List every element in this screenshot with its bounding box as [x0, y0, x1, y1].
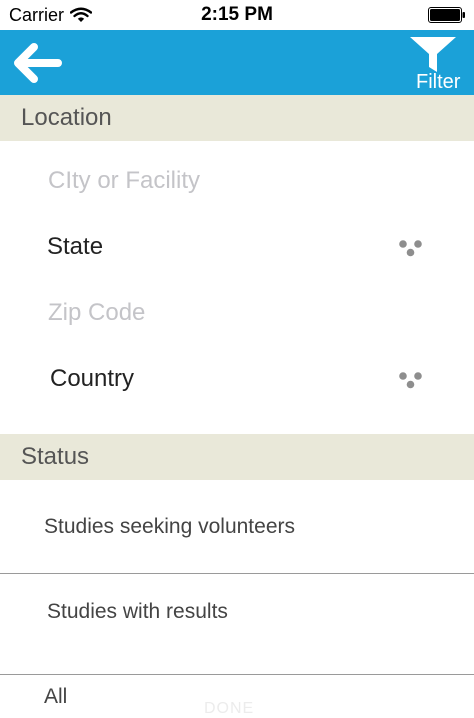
- location-header-label: Location: [21, 104, 112, 131]
- divider: [0, 573, 474, 574]
- location-section-header: Location: [0, 95, 474, 141]
- zip-code-field[interactable]: Zip Code: [48, 299, 145, 327]
- funnel-icon: [410, 37, 456, 72]
- back-button[interactable]: [10, 40, 64, 86]
- status-section-header: Status: [0, 434, 474, 480]
- filter-button[interactable]: Filter: [404, 34, 470, 93]
- state-picker-dots-icon[interactable]: [398, 238, 424, 258]
- state-field[interactable]: State: [47, 233, 103, 261]
- divider: [0, 674, 474, 675]
- filter-label: Filter: [416, 71, 461, 93]
- country-field[interactable]: Country: [50, 365, 134, 393]
- done-button[interactable]: DONE: [204, 700, 254, 718]
- battery-icon: [428, 7, 465, 23]
- country-picker-dots-icon[interactable]: [398, 370, 424, 390]
- clock-time: 2:15 PM: [201, 4, 273, 25]
- status-bar: Carrier 2:15 PM: [0, 0, 474, 30]
- status-header-label: Status: [21, 443, 90, 470]
- option-all[interactable]: All: [44, 685, 67, 709]
- navigation-bar: Filter: [0, 30, 474, 95]
- option-studies-seeking-volunteers[interactable]: Studies seeking volunteers: [44, 515, 295, 539]
- city-facility-field[interactable]: CIty or Facility: [48, 167, 200, 195]
- back-arrow-icon: [14, 43, 62, 83]
- option-studies-with-results[interactable]: Studies with results: [47, 600, 228, 624]
